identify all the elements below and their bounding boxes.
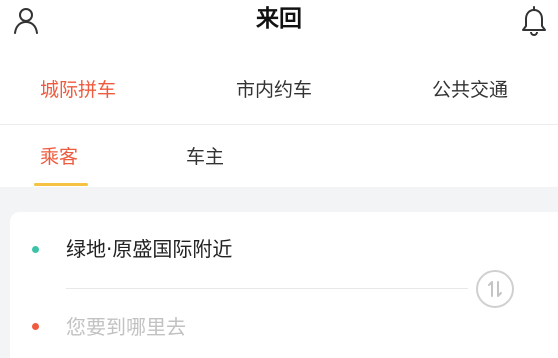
route-card: 绿地·原盛国际附近	[10, 212, 558, 358]
top-bar: 来回 城际拼车 市内约车 公共交通	[0, 0, 558, 124]
swap-arrows-icon	[488, 281, 502, 297]
destination-input[interactable]	[66, 312, 446, 342]
origin-dot-icon	[32, 246, 39, 253]
tab-public-transit[interactable]: 公共交通	[432, 74, 508, 106]
field-divider	[66, 288, 468, 289]
swap-route-button[interactable]	[476, 270, 514, 308]
tab-passenger[interactable]: 乘客	[40, 143, 78, 171]
role-tabs-bar: 乘客 车主	[0, 125, 558, 187]
origin-field[interactable]: 绿地·原盛国际附近	[66, 234, 232, 264]
destination-dot-icon	[32, 323, 39, 330]
app-title: 来回	[256, 6, 302, 32]
bell-icon[interactable]	[520, 6, 548, 36]
active-tab-underline	[34, 183, 88, 186]
tab-intercity-carpool[interactable]: 城际拼车	[40, 74, 116, 106]
tab-city-ride[interactable]: 市内约车	[236, 74, 312, 106]
tab-driver[interactable]: 车主	[186, 143, 224, 171]
